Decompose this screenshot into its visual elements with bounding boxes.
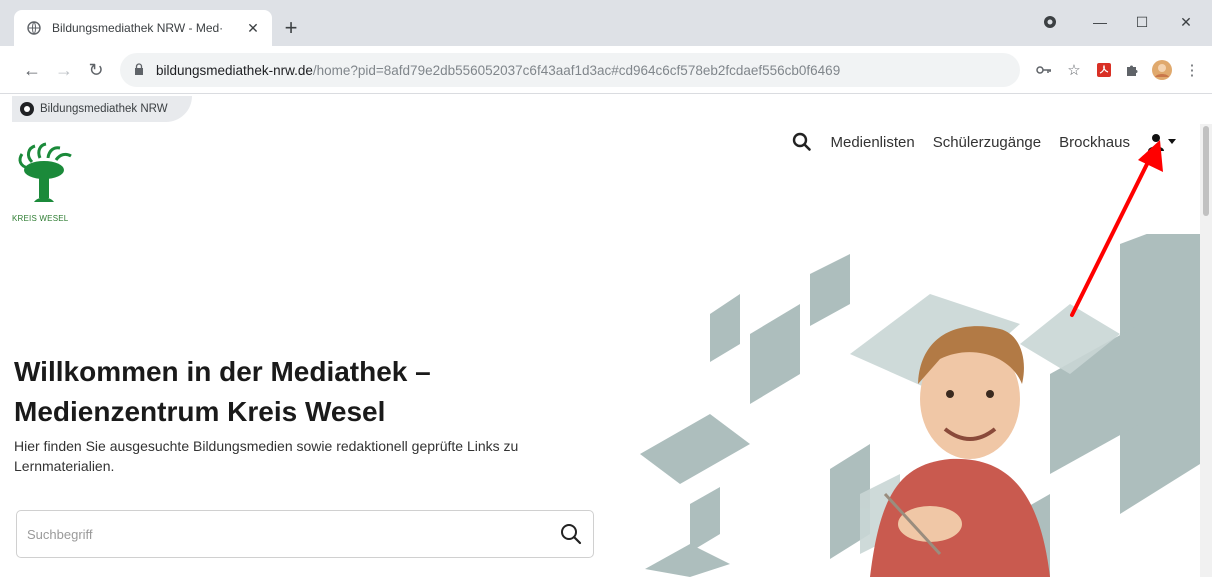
web-page: KREIS WESEL Medienlisten Schülerzugänge … — [0, 124, 1200, 577]
globe-icon — [26, 20, 42, 36]
logo-text: KREIS WESEL — [12, 214, 69, 223]
url-path: /home?pid=8afd79e2db556052037c6f43aaf1d3… — [312, 62, 841, 78]
lock-icon — [134, 63, 146, 77]
forward-icon[interactable]: → — [52, 58, 76, 82]
more-menu-icon[interactable]: ⋮ — [1182, 60, 1202, 80]
window-close-icon[interactable]: ✕ — [1166, 8, 1206, 36]
browser-tab[interactable]: Bildungsmediathek NRW - Med· ✕ — [14, 10, 272, 46]
bookmark-label: Bildungsmediathek NRW — [40, 103, 168, 115]
hero-title-line2: Medienzentrum Kreis Wesel — [14, 396, 386, 427]
back-icon[interactable]: ← — [20, 58, 44, 82]
bookmark-item[interactable]: Bildungsmediathek NRW — [12, 96, 192, 122]
tab-title: Bildungsmediathek NRW - Med· — [52, 21, 224, 35]
reload-icon[interactable]: ↻ — [84, 58, 108, 82]
key-icon[interactable] — [1034, 60, 1054, 80]
page-scrollbar[interactable] — [1200, 124, 1212, 577]
search-input[interactable] — [17, 511, 549, 557]
search-submit-button[interactable] — [549, 512, 593, 556]
hero-title: Willkommen in der Mediathek – Medienzent… — [14, 352, 614, 432]
browser-toolbar: ← → ↻ bildungsmediathek-nrw.de /home?pid… — [0, 46, 1212, 94]
hero-title-line1: Willkommen in der Mediathek – — [14, 356, 431, 387]
search-icon[interactable] — [792, 132, 812, 152]
minimize-icon[interactable]: — — [1080, 8, 1120, 36]
tree-logo-icon — [18, 142, 72, 202]
nav-schuelerzugaenge[interactable]: Schülerzugänge — [933, 134, 1041, 151]
pdf-extension-icon[interactable] — [1094, 60, 1114, 80]
annotation-arrow-icon — [1070, 140, 1163, 317]
close-tab-icon[interactable]: ✕ — [244, 19, 262, 37]
url-domain: bildungsmediathek-nrw.de — [156, 62, 313, 78]
browser-tabstrip: Bildungsmediathek NRW - Med· ✕ + — ☐ ✕ — [0, 0, 1212, 46]
site-logo[interactable]: KREIS WESEL — [12, 140, 82, 230]
bookmark-favicon-icon — [20, 102, 34, 116]
profile-indicator-icon[interactable] — [1030, 8, 1070, 36]
hero-subtitle: Hier finden Sie ausgesuchte Bildungsmedi… — [14, 438, 519, 474]
bookmarks-bar: Bildungsmediathek NRW — [0, 94, 1212, 124]
scrollbar-thumb[interactable] — [1203, 126, 1209, 216]
nav-medienlisten[interactable]: Medienlisten — [830, 134, 914, 151]
address-bar[interactable]: bildungsmediathek-nrw.de /home?pid=8afd7… — [120, 53, 1020, 87]
new-tab-icon[interactable]: + — [280, 17, 302, 40]
extensions-puzzle-icon[interactable] — [1122, 60, 1142, 80]
magnifier-icon — [561, 524, 582, 545]
profile-avatar-icon[interactable] — [1152, 60, 1172, 80]
bookmark-star-icon[interactable]: ☆ — [1064, 60, 1084, 80]
maximize-icon[interactable]: ☐ — [1122, 8, 1162, 36]
search-box — [16, 510, 594, 558]
